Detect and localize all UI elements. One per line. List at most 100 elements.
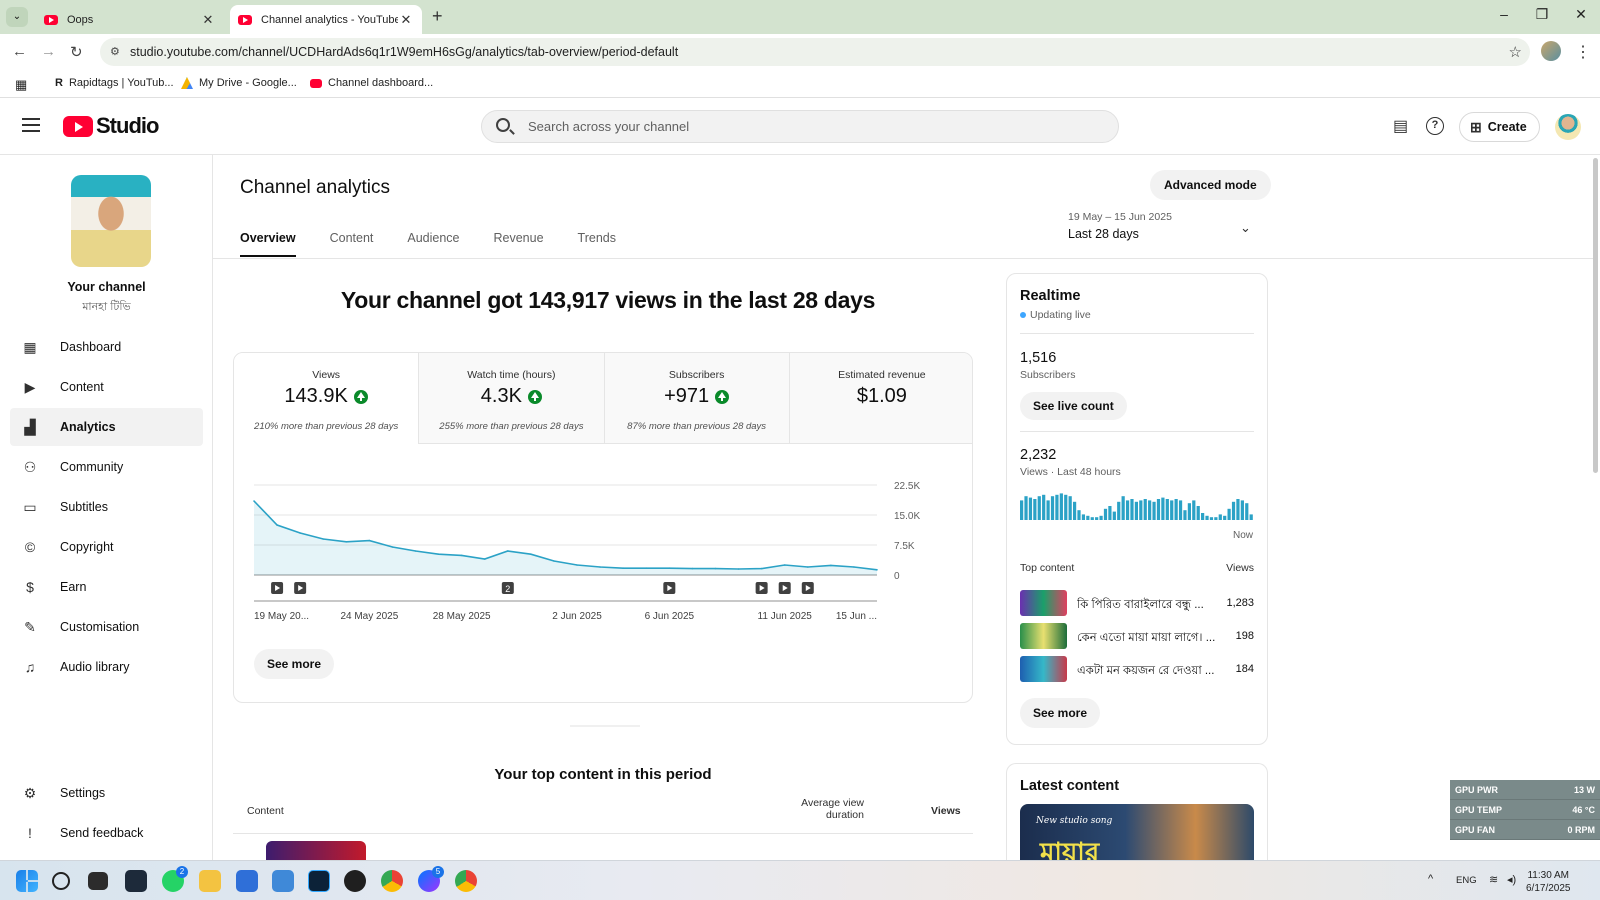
browser-tab-analytics[interactable]: Channel analytics - YouTube Studio ✕ <box>230 5 422 34</box>
sidebar-item-community[interactable]: ⚇ Community <box>10 448 203 486</box>
obs-icon[interactable] <box>344 870 366 892</box>
photoshop-icon[interactable] <box>308 870 330 892</box>
column-header-views[interactable]: Views <box>931 805 961 817</box>
microsoft-store-icon[interactable] <box>236 870 258 892</box>
metric-watch-time[interactable]: Watch time (hours) 4.3K 255% more than p… <box>419 353 605 444</box>
studio-logo[interactable]: Studio <box>63 113 159 139</box>
sidebar-item-content[interactable]: ▶ Content <box>10 368 203 406</box>
tab-audience[interactable]: Audience <box>407 231 459 257</box>
url-field[interactable]: ⚙ studio.youtube.com/channel/UCDHardAds6… <box>100 38 1530 66</box>
sidebar-item-copyright[interactable]: © Copyright <box>10 528 203 566</box>
realtime-see-more-button[interactable]: See more <box>1020 698 1101 728</box>
list-item[interactable]: একটা মন কয়জন রে দেওয়া ... 184 <box>1020 656 1254 684</box>
chevron-down-icon[interactable]: ⌄ <box>1240 220 1251 236</box>
overview-card: Views 143.9K 210% more than previous 28 … <box>233 352 973 703</box>
bookmark-star-icon[interactable]: ☆ <box>1509 43 1522 61</box>
language-indicator[interactable]: ENG <box>1456 875 1477 886</box>
close-window-icon[interactable]: ✕ <box>1566 6 1596 23</box>
realtime-status-text: Updating live <box>1030 309 1091 321</box>
minimize-icon[interactable]: – <box>1489 6 1519 22</box>
period-selector[interactable]: Last 28 days <box>1068 227 1139 241</box>
realtime-bar <box>1072 501 1077 520</box>
advanced-mode-button[interactable]: Advanced mode <box>1150 170 1271 200</box>
list-item[interactable]: কেন এতো মায়া মায়া লাগে। ... 198 <box>1020 623 1254 651</box>
menu-icon[interactable] <box>22 118 40 132</box>
sidebar-item-settings[interactable]: ⚙ Settings <box>10 774 203 812</box>
volume-icon[interactable]: ◂) <box>1507 873 1516 886</box>
list-item[interactable]: কি পিরিত বারাইলারে বন্ধু ... 1,283 <box>1020 590 1254 618</box>
reload-icon[interactable]: ↻ <box>70 43 83 61</box>
gpu-temp-row: GPU TEMP 46 °C <box>1450 800 1600 820</box>
metric-views[interactable]: Views 143.9K 210% more than previous 28 … <box>234 353 420 444</box>
tab-trends[interactable]: Trends <box>578 231 616 257</box>
messages-icon[interactable]: ▤ <box>1393 116 1408 136</box>
create-button[interactable]: ⊞ Create <box>1459 112 1540 142</box>
metric-estimated-revenue[interactable]: Estimated revenue $1.09 <box>789 353 972 444</box>
apps-grid-icon[interactable]: ▦ <box>15 77 27 93</box>
latest-content-title: Latest content <box>1020 778 1120 794</box>
search-icon[interactable] <box>52 872 70 890</box>
date-range[interactable]: 19 May – 15 Jun 2025 <box>1068 211 1172 223</box>
settings-icon: ⚙ <box>23 785 37 801</box>
chrome-profile-icon[interactable] <box>455 870 477 892</box>
see-more-button[interactable]: See more <box>254 649 335 679</box>
whatsapp-badge: 2 <box>176 866 188 878</box>
sidebar-item-analytics[interactable]: ▟ Analytics <box>10 408 203 446</box>
tab-revenue[interactable]: Revenue <box>494 231 544 257</box>
bookmark-channel-dashboard[interactable]: Channel dashboard... <box>310 77 433 89</box>
bookmark-my-drive[interactable]: My Drive - Google... <box>181 77 297 89</box>
search-input[interactable]: Search across your channel <box>481 110 1119 143</box>
realtime-views-chart[interactable] <box>1020 492 1254 520</box>
top-content-thumbnail[interactable] <box>266 841 366 861</box>
terminal-icon[interactable] <box>125 870 147 892</box>
start-icon[interactable] <box>16 870 38 892</box>
tray-overflow-icon[interactable]: ^ <box>1428 873 1433 885</box>
trend-up-icon <box>353 389 368 404</box>
close-tab-icon[interactable]: ✕ <box>398 12 414 28</box>
sidebar-item-subtitles[interactable]: ▭ Subtitles <box>10 488 203 526</box>
file-explorer-icon[interactable] <box>199 870 221 892</box>
forward-icon[interactable]: → <box>41 43 56 60</box>
sidebar-item-label: Earn <box>60 580 87 594</box>
see-live-count-button[interactable]: See live count <box>1020 392 1127 420</box>
metric-value-row: 143.9K <box>234 385 418 408</box>
site-info-icon[interactable]: ⚙ <box>110 45 120 58</box>
community-icon: ⚇ <box>23 459 37 475</box>
video-thumbnail <box>1020 656 1067 682</box>
realtime-bar <box>1139 500 1143 520</box>
task-view-icon[interactable] <box>88 872 108 890</box>
browser-tab-oops[interactable]: Oops ✕ <box>36 5 224 34</box>
maximize-icon[interactable]: ❐ <box>1527 6 1557 23</box>
realtime-bar <box>1214 517 1218 520</box>
browser-profile-avatar[interactable] <box>1541 41 1561 61</box>
sidebar-item-customisation[interactable]: ✎ Customisation <box>10 608 203 646</box>
system-clock[interactable]: 11:30 AM 6/17/2025 <box>1526 869 1571 895</box>
back-icon[interactable]: ← <box>12 43 27 60</box>
page-scrollbar[interactable] <box>1593 158 1598 473</box>
metric-value-row: $1.09 <box>790 385 972 408</box>
tab-content[interactable]: Content <box>330 231 374 257</box>
wifi-icon[interactable]: ≋ <box>1489 873 1498 886</box>
help-icon[interactable]: ? <box>1426 117 1444 135</box>
sidebar-item-audio-library[interactable]: ♫ Audio library <box>10 648 203 686</box>
photos-icon[interactable] <box>272 870 294 892</box>
new-tab-icon[interactable]: + <box>432 6 443 27</box>
account-avatar[interactable] <box>1555 114 1581 140</box>
browser-menu-icon[interactable]: ⋮ <box>1575 42 1591 62</box>
column-header-avg-duration[interactable]: Average view duration <box>778 797 864 821</box>
sidebar-item-send-feedback[interactable]: ! Send feedback <box>10 814 203 852</box>
views-chart[interactable]: 0 7.5K 15.0K 22.5K 2 19 May 20... 24 May 2025 2… <box>234 463 973 653</box>
metric-subscribers[interactable]: Subscribers +971 87% more than previous … <box>604 353 790 444</box>
tab-search-dropdown[interactable]: ⌄ <box>6 7 28 27</box>
channel-avatar[interactable] <box>71 175 151 267</box>
realtime-bar <box>1130 499 1134 520</box>
channel-title[interactable]: Your channel <box>0 280 213 294</box>
tab-overview[interactable]: Overview <box>240 231 296 257</box>
sidebar-item-earn[interactable]: $ Earn <box>10 568 203 606</box>
close-tab-icon[interactable]: ✕ <box>200 12 216 28</box>
bookmark-rapidtags[interactable]: R Rapidtags | YouTub... <box>55 77 174 89</box>
chrome-icon[interactable] <box>381 870 403 892</box>
youtube-favicon-icon <box>44 14 58 25</box>
views-headline: Your channel got 143,917 views in the la… <box>340 287 876 313</box>
sidebar-item-dashboard[interactable]: ▦ Dashboard <box>10 328 203 366</box>
